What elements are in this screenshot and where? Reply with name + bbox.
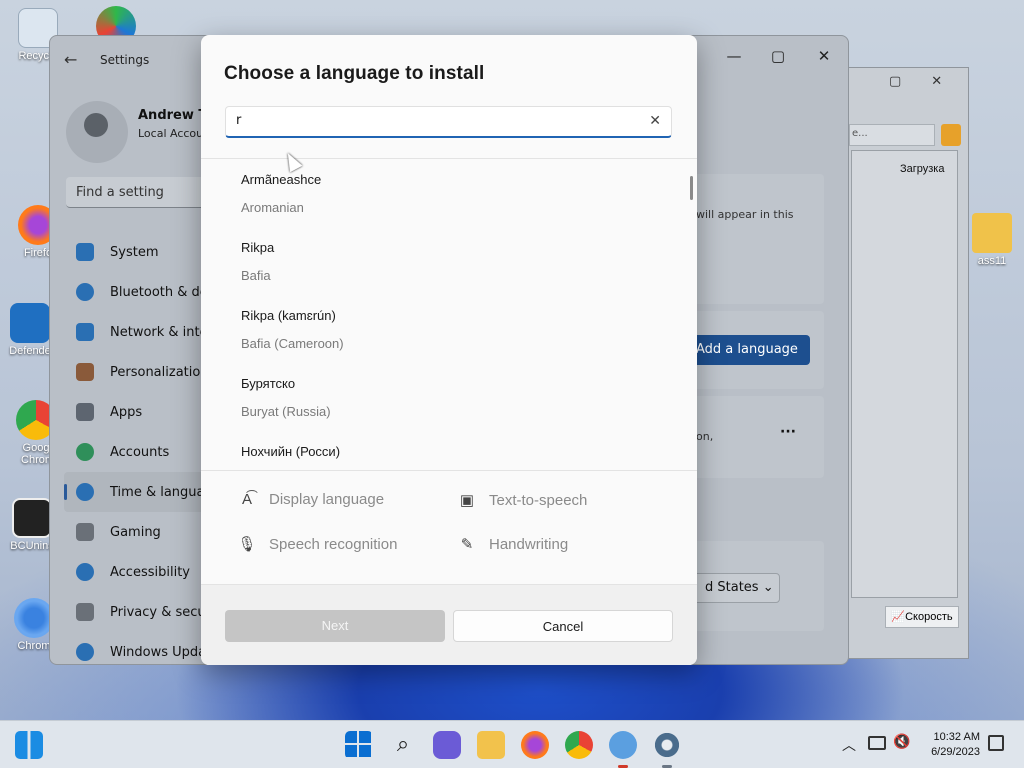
desktop-icon-label: ass11 — [977, 255, 1007, 267]
nav-item-privacy[interactable]: Privacy & secu — [64, 592, 224, 632]
feature-handwriting: ✎ Handwriting — [457, 535, 569, 554]
language-search-box[interactable]: ✕ — [225, 106, 672, 138]
bcuninstaller-icon — [12, 498, 52, 538]
accessibility-icon — [76, 563, 94, 581]
maximize-button[interactable]: ▢ — [758, 42, 798, 70]
nav-item-gaming[interactable]: Gaming — [64, 512, 224, 552]
window-title: Settings — [100, 53, 150, 67]
search-icon[interactable]: ⌕ — [389, 731, 417, 759]
minimize-button[interactable]: — — [714, 42, 754, 70]
speed-button[interactable]: 📈Скорость — [885, 606, 959, 628]
feature-text-to-speech: ▣ Text-to-speech — [457, 491, 587, 510]
file-manager-window[interactable]: ▢✕ е... Загрузка 📈Скорость — [848, 67, 969, 659]
chromium-icon — [14, 598, 54, 638]
taskbar-clock[interactable]: 10:32 AM 6/29/2023 — [931, 730, 980, 760]
monitor-icon — [76, 243, 94, 261]
window-controls[interactable]: ▢✕ — [889, 74, 972, 89]
notification-icon[interactable] — [988, 735, 1004, 751]
nav-item-apps[interactable]: Apps — [64, 392, 224, 432]
dialog-footer: Next Cancel — [201, 584, 697, 665]
firefox-icon[interactable] — [521, 731, 549, 759]
scrollbar-thumb[interactable] — [690, 176, 693, 200]
nav-item-accounts[interactable]: Accounts — [64, 432, 224, 472]
account-type: Local Accou — [138, 127, 204, 140]
nav-item-time-language[interactable]: Time & langua — [64, 472, 224, 512]
next-button[interactable]: Next — [225, 610, 445, 642]
list-item[interactable]: Armãneashce Aromanian — [241, 172, 321, 215]
wifi-icon — [76, 323, 94, 341]
display-language-icon: A͡ — [241, 491, 252, 508]
nav-item-accessibility[interactable]: Accessibility — [64, 552, 224, 592]
qbittorrent-icon[interactable] — [609, 731, 637, 759]
volume-mute-icon[interactable]: 🔇 — [893, 734, 910, 750]
bluetooth-icon — [76, 283, 94, 301]
text-to-speech-icon: ▣ — [459, 492, 475, 509]
language-search-input[interactable] — [236, 113, 636, 128]
chat-icon[interactable] — [433, 731, 461, 759]
taskbar: ⌕ ︿ 🔇 10:32 AM 6/29/2023 — [0, 720, 1024, 768]
defender-icon — [10, 303, 50, 343]
file-list-panel[interactable]: Загрузка — [851, 150, 958, 598]
column-header: Загрузка — [900, 163, 945, 175]
nav-item-system[interactable]: System — [64, 232, 224, 272]
folder-icon — [972, 213, 1012, 253]
add-language-button[interactable]: Add a language — [690, 335, 810, 365]
microphone-icon: 🎙 — [237, 536, 257, 553]
desktop-icon-label: Firefo — [23, 247, 53, 259]
person-icon — [76, 443, 94, 461]
cancel-button[interactable]: Cancel — [453, 610, 673, 642]
close-button[interactable]: ✕ — [804, 42, 844, 70]
choose-language-dialog: Choose a language to install ✕ Armãneash… — [201, 35, 697, 665]
nav-item-bluetooth[interactable]: Bluetooth & de — [64, 272, 224, 312]
avatar[interactable] — [66, 101, 128, 163]
globe-clock-icon — [76, 483, 94, 501]
start-icon[interactable] — [345, 731, 373, 759]
arrow-left-icon[interactable]: ← — [64, 50, 77, 69]
widgets-icon[interactable] — [15, 731, 43, 759]
handwriting-icon: ✎ — [460, 536, 474, 553]
dialog-title: Choose a language to install — [224, 63, 485, 84]
list-item[interactable]: Нохчийн (Росси) — [241, 444, 340, 459]
list-item[interactable]: Бурятско Buryat (Russia) — [241, 376, 331, 419]
chrome-icon[interactable] — [565, 731, 593, 759]
desktop-icon-label: Goog Chron — [21, 442, 51, 466]
shield-icon — [76, 603, 94, 621]
file-search-box[interactable]: е... — [849, 124, 935, 146]
nav-item-personalization[interactable]: Personalization — [64, 352, 224, 392]
language-list[interactable]: Armãneashce Aromanian Rikpa Bafia Rikpa … — [201, 158, 697, 471]
feature-speech-recognition: 🎙 Speech recognition — [237, 535, 398, 554]
more-horizontal-icon[interactable]: ··· — [780, 424, 796, 440]
feature-display-language: A͡ Display language — [237, 491, 384, 508]
chevron-up-icon[interactable]: ︿ — [842, 735, 856, 755]
update-icon — [76, 643, 94, 661]
settings-gear-icon[interactable] — [653, 731, 681, 759]
nav-item-network[interactable]: Network & inte — [64, 312, 224, 352]
chevron-down-icon: ⌄ — [762, 580, 774, 595]
chart-icon: 📈 — [891, 611, 906, 623]
network-icon[interactable] — [868, 736, 886, 750]
lock-icon — [941, 124, 961, 146]
gamepad-icon — [76, 523, 94, 541]
desktop-icon-label: Chrom — [17, 640, 51, 652]
brush-icon — [76, 363, 94, 381]
desktop-icon-label: Defende — [9, 345, 51, 357]
desktop-icon-label: BCUnins — [10, 540, 54, 552]
close-icon[interactable]: ✕ — [649, 113, 661, 129]
list-item[interactable]: Rikpa (kamɛrún) Bafia (Cameroon) — [241, 308, 344, 351]
apps-icon — [76, 403, 94, 421]
settings-nav: System Bluetooth & de Network & inte Per… — [64, 232, 224, 664]
desktop-icon-folder[interactable]: ass11 — [966, 213, 1018, 267]
list-item[interactable]: Rikpa Bafia — [241, 240, 274, 283]
nav-item-windows-update[interactable]: Windows Upda — [64, 632, 224, 664]
file-explorer-icon[interactable] — [477, 731, 505, 759]
